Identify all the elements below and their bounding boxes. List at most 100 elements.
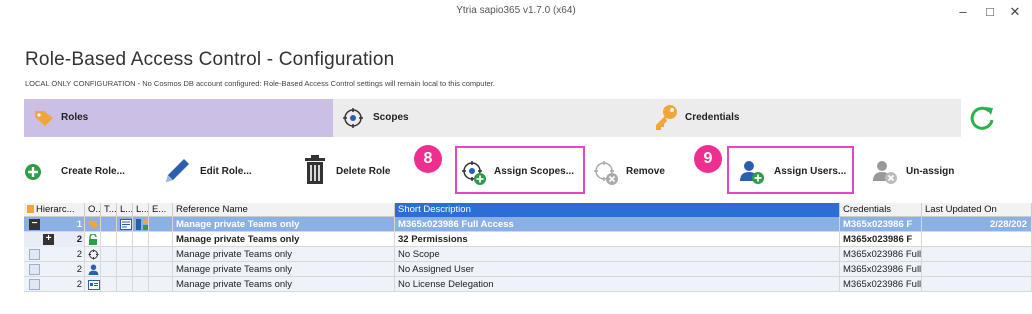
cell-l2 [133, 232, 149, 247]
leaf-marker [29, 264, 40, 275]
assign-scopes-button[interactable]: Assign Scopes... [461, 150, 579, 194]
tab-roles-label: Roles [61, 112, 89, 123]
cell-reference-name: Manage private Teams only [173, 232, 395, 247]
table-row[interactable]: 2 Manage private Teams only No Assigned … [24, 262, 1032, 277]
col-o[interactable]: O... [85, 203, 101, 217]
cell-l2 [133, 262, 149, 277]
license-delegation-icon [88, 280, 100, 290]
cell-last-updated [922, 232, 1032, 247]
remove-scope-button[interactable]: Remove [593, 150, 683, 194]
create-role-button[interactable]: Create Role... [24, 150, 136, 194]
unassign-user-icon [873, 161, 897, 184]
tab-bar: Roles Scopes Credentials [24, 99, 1008, 137]
cell-credentials: M365x023986 F [840, 217, 922, 232]
table-row[interactable]: 2 Manage private Teams only No License D… [24, 277, 1032, 292]
cell-t [101, 262, 117, 277]
col-last-updated[interactable]: Last Updated On [922, 203, 1032, 217]
tag-icon [35, 111, 53, 126]
page-subtitle: LOCAL ONLY CONFIGURATION - No Cosmos DB … [25, 79, 495, 88]
toolbar: Create Role... Edit Role... Delete Role [24, 150, 1014, 194]
cell-short-description: No Assigned User [395, 262, 840, 277]
cell-short-description: 32 Permissions [395, 232, 840, 247]
cell-t [101, 217, 117, 232]
cell-credentials: M365x023986 F [840, 232, 922, 247]
cell-reference-name: Manage private Teams only [173, 247, 395, 262]
cell-last-updated [922, 247, 1032, 262]
col-hierarchy-label: Hierarc... [36, 204, 75, 215]
cell-hierarchy: − 1 [24, 217, 85, 232]
cell-credentials: M365x023986 Full [840, 277, 922, 292]
table-row[interactable]: 2 Manage private Teams only No Scope M36… [24, 247, 1032, 262]
cell-l2 [133, 217, 149, 232]
assign-scope-icon [462, 161, 486, 185]
cell-hierarchy: 2 [24, 247, 85, 262]
key-icon [656, 105, 677, 130]
cell-credentials: M365x023986 Full [840, 262, 922, 277]
cell-e [149, 247, 173, 262]
cell-e [149, 217, 173, 232]
table-row[interactable]: + 2 Manage private Teams only 32 Permiss… [24, 232, 1032, 247]
collapse-toggle[interactable]: − [29, 219, 40, 230]
tab-credentials-label: Credentials [685, 112, 740, 123]
cell-o [85, 277, 101, 292]
cell-short-description: M365x023986 Full Access [395, 217, 840, 232]
add-icon [25, 164, 41, 180]
col-credentials[interactable]: Credentials [840, 203, 922, 217]
expand-toggle[interactable]: + [43, 234, 54, 245]
tab-credentials[interactable]: Credentials [647, 99, 961, 137]
assign-users-button[interactable]: Assign Users... [739, 150, 859, 194]
col-l2[interactable]: L... [133, 203, 149, 217]
col-short-description[interactable]: Short Description [395, 203, 840, 217]
col-hierarchy[interactable]: Hierarc... [24, 203, 85, 217]
col-reference-name[interactable]: Reference Name [173, 203, 395, 217]
hierarchy-value: 2 [76, 264, 82, 275]
window-title: Ytria sapio365 v1.7.0 (x64) [456, 5, 576, 16]
tab-scopes-label: Scopes [373, 112, 409, 123]
col-l1[interactable]: L... [117, 203, 133, 217]
cell-short-description: No License Delegation [395, 277, 840, 292]
create-role-label: Create Role... [61, 166, 125, 177]
roles-grid: Hierarc... O... T... L... L... E... Refe… [24, 203, 1032, 311]
col-e[interactable]: E... [149, 203, 173, 217]
cell-last-updated [922, 262, 1032, 277]
cell-o [85, 247, 101, 262]
tab-roles[interactable]: Roles [24, 99, 333, 137]
unassign-label: Un-assign [906, 166, 955, 177]
delete-role-button[interactable]: Delete Role [303, 150, 403, 194]
col-t[interactable]: T... [101, 203, 117, 217]
remove-label: Remove [626, 166, 665, 177]
grid-header: Hierarc... O... T... L... L... E... Refe… [24, 203, 1032, 217]
cell-hierarchy: 2 [24, 262, 85, 277]
cell-l1 [117, 247, 133, 262]
cell-last-updated: 2/28/202 [922, 217, 1032, 232]
cell-l1 [117, 217, 133, 232]
cell-e [149, 232, 173, 247]
cell-o [85, 217, 101, 232]
maximize-button[interactable]: □ [982, 4, 998, 20]
scope-icon [343, 108, 363, 128]
hierarchy-value: 2 [76, 234, 82, 245]
tab-scopes[interactable]: Scopes [333, 99, 647, 137]
cell-l1 [117, 232, 133, 247]
cell-e [149, 262, 173, 277]
cell-reference-name: Manage private Teams only [173, 262, 395, 277]
cell-l1 [117, 277, 133, 292]
hierarchy-value: 2 [76, 249, 82, 260]
cell-last-updated [922, 277, 1032, 292]
refresh-icon[interactable] [967, 103, 997, 133]
minimize-button[interactable]: – [955, 4, 971, 20]
scope-icon [88, 249, 99, 260]
cell-l2 [133, 277, 149, 292]
trash-icon [305, 155, 325, 184]
cell-reference-name: Manage private Teams only [173, 277, 395, 292]
cell-l1 [117, 262, 133, 277]
cell-short-description: No Scope [395, 247, 840, 262]
edit-role-button[interactable]: Edit Role... [162, 150, 262, 194]
delete-role-label: Delete Role [336, 166, 391, 177]
cell-hierarchy: + 2 [24, 232, 85, 247]
close-button[interactable]: ✕ [1007, 4, 1023, 20]
page-title: Role-Based Access Control - Configuratio… [25, 49, 395, 70]
leaf-marker [29, 279, 40, 290]
table-row[interactable]: − 1 Manage private Teams only M365x02398… [24, 217, 1032, 232]
unassign-button[interactable]: Un-assign [872, 150, 972, 194]
